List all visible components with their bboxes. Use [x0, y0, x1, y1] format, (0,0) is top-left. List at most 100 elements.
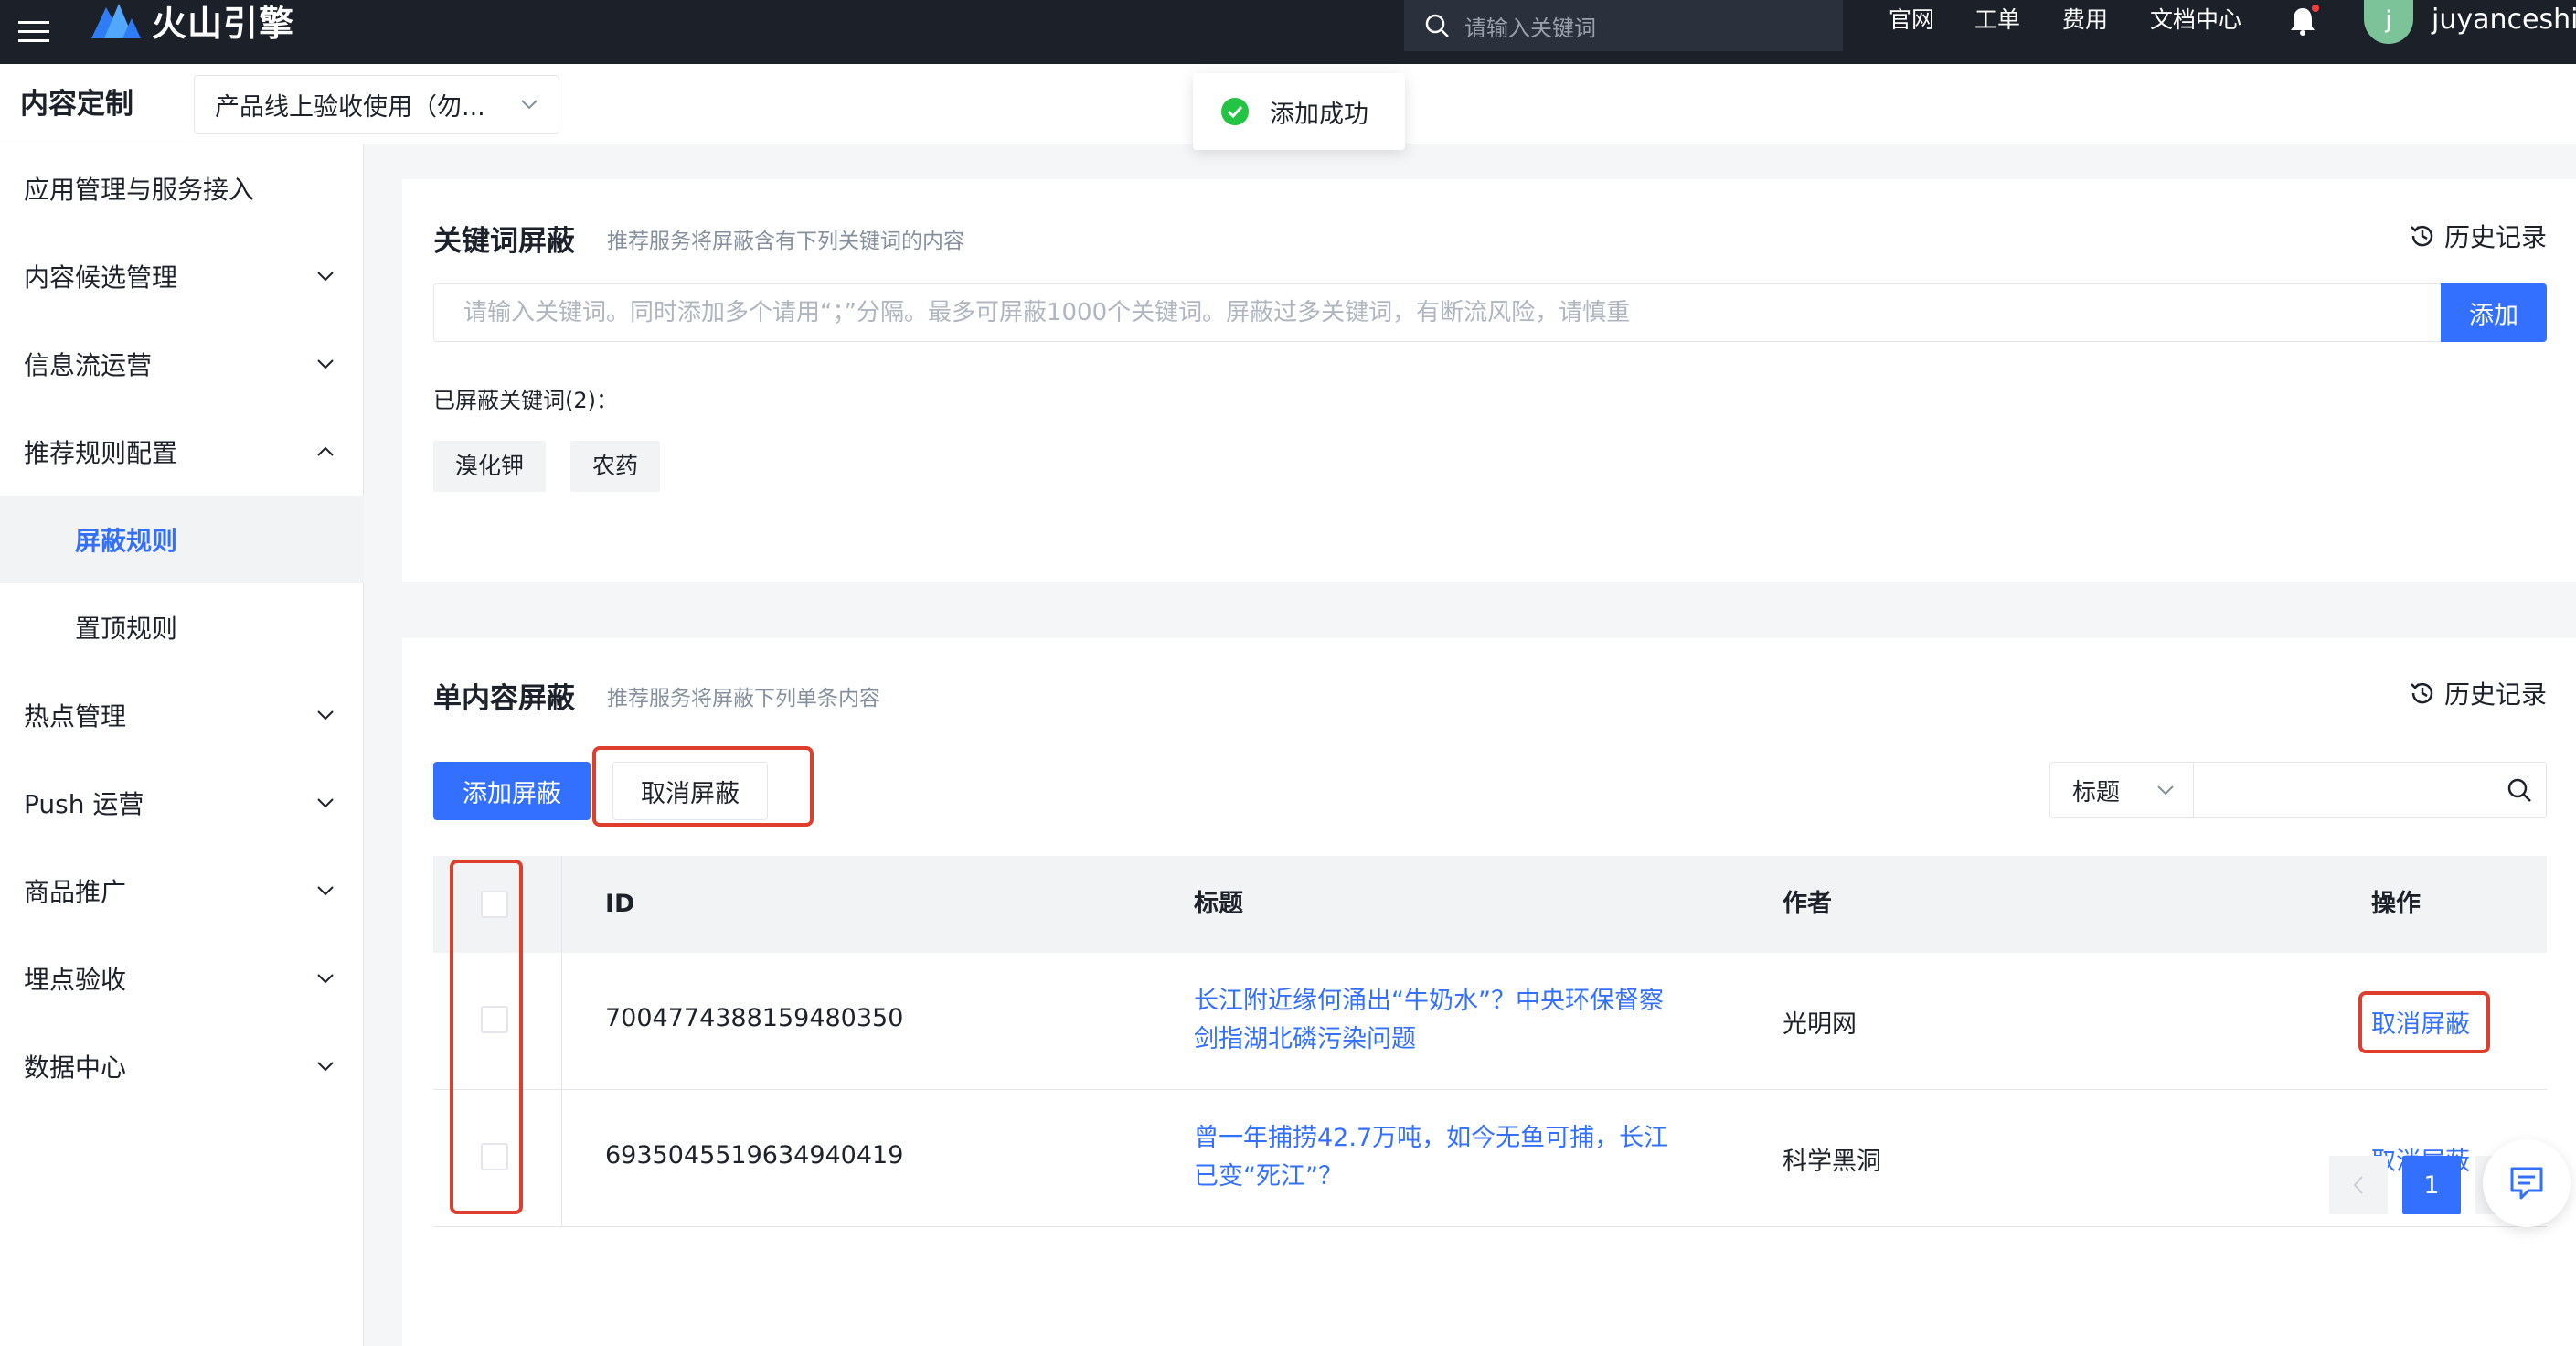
- content-history-link[interactable]: 历史记录: [2408, 675, 2547, 711]
- chevron-down-icon: [317, 272, 334, 282]
- column-header-id: ID: [605, 890, 635, 918]
- history-icon: [2411, 682, 2433, 704]
- sidebar-item-feed-operations[interactable]: 信息流运营: [0, 320, 364, 408]
- sidebar-item-data-center[interactable]: 数据中心: [0, 1022, 364, 1110]
- highlight-box-checkbox-column: [450, 860, 523, 1214]
- product-line-select[interactable]: 产品线上验收使用（勿...: [194, 75, 559, 134]
- table-row: 6935045519634940419 曾一年捕捞42.7万吨，如今无鱼可捕，长…: [433, 1090, 2547, 1227]
- add-block-button[interactable]: 添加屏蔽: [433, 762, 591, 820]
- add-keyword-button[interactable]: 添加: [2441, 283, 2547, 342]
- highlight-box-row-action: [2358, 991, 2490, 1053]
- chat-icon: [2510, 1167, 2543, 1200]
- sidebar-item-label: 商品推广: [24, 877, 127, 907]
- sidebar-item-label: 推荐规则配置: [24, 438, 178, 468]
- sidebar-item-label: 数据中心: [24, 1052, 127, 1083]
- table-header: ID 标题 作者 操作: [433, 856, 2547, 953]
- row-title-line: 长江附近缘何涌出“牛奶水”？中央环保督察: [1194, 987, 1664, 1015]
- success-toast: 添加成功: [1193, 73, 1405, 150]
- brand-logo[interactable]: 火山引擎: [91, 0, 294, 44]
- search-placeholder: 请输入关键词: [1464, 15, 1596, 41]
- feedback-chat-button[interactable]: [2483, 1139, 2571, 1227]
- blocked-keywords-label: 已屏蔽关键词(2)：: [433, 388, 618, 413]
- row-title-link[interactable]: 曾一年捕捞42.7万吨，如今无鱼可捕，长江 已变“死江”？: [1194, 1119, 1706, 1196]
- chevron-left-icon: [2353, 1176, 2363, 1194]
- checkbox-column-divider: [561, 856, 562, 1227]
- row-id: 6935045519634940419: [605, 1141, 904, 1170]
- content-block-desc: 推荐服务将屏蔽下列单条内容: [607, 687, 880, 710]
- history-icon: [2411, 225, 2433, 247]
- keyword-block-card: 关键词屏蔽 推荐服务将屏蔽含有下列关键词的内容 历史记录 请输入关键词。同时添加…: [402, 179, 2576, 582]
- chevron-down-icon: [521, 100, 538, 110]
- sidebar-item-recommend-rules[interactable]: 推荐规则配置: [0, 408, 364, 496]
- volcano-logo-icon: [91, 4, 141, 38]
- sidebar-nav: 应用管理与服务接入 内容候选管理 信息流运营 推荐规则配置 屏蔽规则 置顶规则 …: [0, 144, 364, 1346]
- chevron-down-icon: [317, 359, 334, 369]
- row-title-line: 已变“死江”？: [1194, 1162, 1343, 1191]
- sidebar-item-app-management[interactable]: 应用管理与服务接入: [0, 144, 364, 232]
- toast-message: 添加成功: [1270, 100, 1368, 129]
- filter-search-input[interactable]: [2194, 762, 2547, 818]
- sidebar-item-label: 埋点验收: [24, 965, 127, 995]
- hamburger-menu-icon[interactable]: [4, 0, 64, 64]
- sidebar-item-label: 屏蔽规则: [75, 526, 178, 556]
- filter-field-select[interactable]: 标题: [2049, 762, 2194, 818]
- product-line-value: 产品线上验收使用（勿...: [215, 92, 485, 122]
- sidebar-item-push-operations[interactable]: Push 运营: [0, 759, 364, 847]
- row-title-line: 剑指湖北磷污染问题: [1194, 1025, 1416, 1053]
- chevron-up-icon: [317, 446, 334, 456]
- sidebar-item-label: 内容候选管理: [24, 262, 178, 293]
- row-title-line: 曾一年捕捞42.7万吨，如今无鱼可捕，长江: [1194, 1124, 1669, 1152]
- global-search-box[interactable]: 请输入关键词: [1404, 0, 1843, 51]
- keyword-input[interactable]: 请输入关键词。同时添加多个请用“；”分隔。最多可屏蔽1000个关键词。屏蔽过多关…: [433, 283, 2463, 342]
- sidebar-item-label: 信息流运营: [24, 350, 153, 380]
- content-block-card: 单内容屏蔽 推荐服务将屏蔽下列单条内容 历史记录 添加屏蔽 取消屏蔽 标题 ID…: [402, 638, 2576, 1346]
- row-author: 科学黑洞: [1783, 1148, 1881, 1176]
- chevron-down-icon: [2157, 785, 2174, 796]
- sidebar-item-label: 置顶规则: [75, 614, 178, 644]
- check-circle-icon: [1221, 98, 1249, 125]
- chevron-down-icon: [317, 1062, 334, 1072]
- column-header-author: 作者: [1783, 890, 1832, 918]
- user-avatar[interactable]: j: [2364, 0, 2413, 44]
- username[interactable]: juyanceshi: [2432, 0, 2576, 40]
- sidebar-item-tracking-acceptance[interactable]: 埋点验收: [0, 935, 364, 1022]
- row-id: 7004774388159480350: [605, 1004, 904, 1032]
- keyword-tag: 溴化钾: [433, 441, 547, 492]
- filter-field-value: 标题: [2072, 778, 2121, 807]
- chevron-down-icon: [317, 710, 334, 721]
- sidebar-item-label: 应用管理与服务接入: [24, 175, 255, 205]
- table-row: 7004774388159480350 长江附近缘何涌出“牛奶水”？中央环保督察…: [433, 953, 2547, 1090]
- keyword-tag: 农药: [570, 441, 661, 492]
- content-block-title: 单内容屏蔽: [433, 682, 575, 715]
- brand-name: 火山引擎: [152, 3, 295, 44]
- pagination-prev-button[interactable]: [2329, 1156, 2388, 1214]
- sidebar-item-block-rules[interactable]: 屏蔽规则: [0, 496, 364, 583]
- keyword-block-desc: 推荐服务将屏蔽含有下列关键词的内容: [607, 230, 964, 253]
- chevron-down-icon: [317, 798, 334, 808]
- row-title-link[interactable]: 长江附近缘何涌出“牛奶水”？中央环保督察 剑指湖北磷污染问题: [1194, 982, 1706, 1059]
- history-label: 历史记录: [2443, 679, 2547, 710]
- nav-link-docs[interactable]: 文档中心: [2150, 0, 2241, 40]
- chevron-down-icon: [317, 974, 334, 984]
- row-author: 光明网: [1783, 1010, 1857, 1039]
- keyword-block-title: 关键词屏蔽: [433, 225, 575, 258]
- column-header-action: 操作: [2371, 890, 2421, 918]
- sidebar-item-pin-rules[interactable]: 置顶规则: [0, 583, 364, 671]
- notification-dot: [2312, 5, 2319, 12]
- search-icon[interactable]: [2506, 776, 2533, 804]
- sidebar-item-label: Push 运营: [24, 789, 144, 819]
- sidebar-item-product-promotion[interactable]: 商品推广: [0, 847, 364, 935]
- highlight-box-cancel-button: [592, 746, 814, 827]
- nav-link-tickets[interactable]: 工单: [1975, 0, 2020, 40]
- pagination-current-page[interactable]: 1: [2402, 1156, 2461, 1214]
- column-header-title: 标题: [1194, 890, 1243, 918]
- sidebar-item-content-candidates[interactable]: 内容候选管理: [0, 232, 364, 320]
- nav-link-billing[interactable]: 费用: [2062, 0, 2108, 40]
- sidebar-item-hot-topics[interactable]: 热点管理: [0, 671, 364, 759]
- search-icon: [1425, 14, 1449, 37]
- keyword-history-link[interactable]: 历史记录: [2408, 218, 2547, 254]
- nav-link-official-site[interactable]: 官网: [1889, 0, 1934, 40]
- page-title: 内容定制: [20, 88, 133, 121]
- top-navigation-bar: 火山引擎 请输入关键词 官网 工单 费用 文档中心 j juyanceshi: [0, 0, 2576, 64]
- sidebar-item-label: 热点管理: [24, 701, 127, 732]
